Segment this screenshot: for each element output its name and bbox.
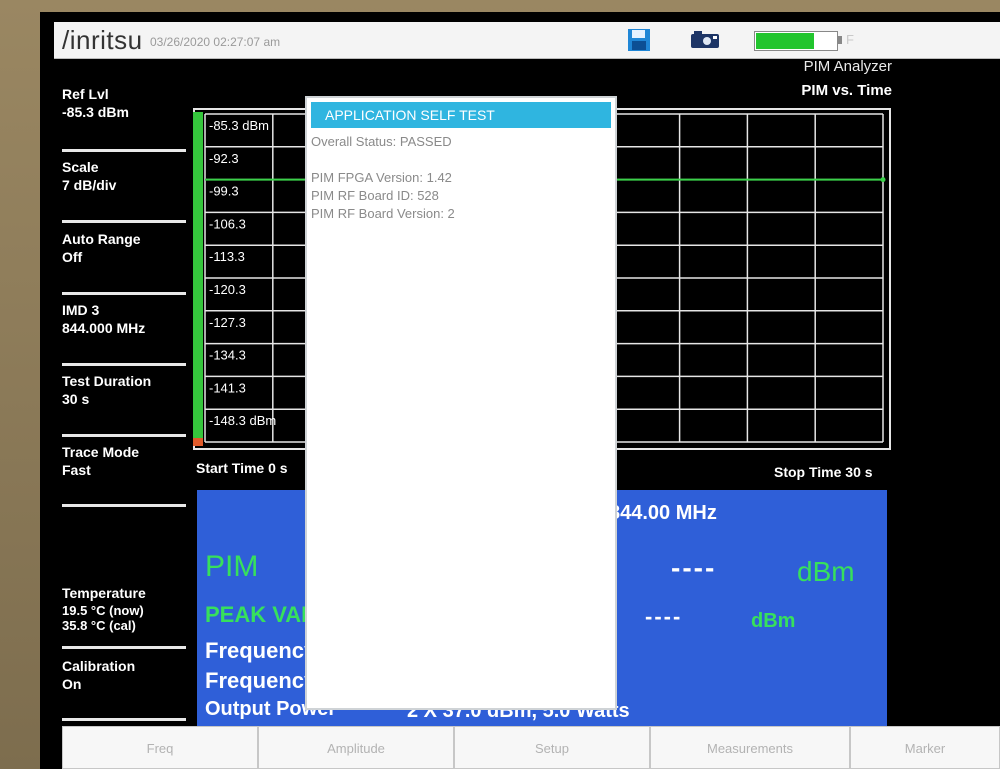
peak-value-label: PEAK VAL bbox=[205, 602, 315, 627]
overall-status: Overall Status: PASSED bbox=[311, 134, 452, 149]
frequency-1-label: Frequency bbox=[205, 638, 317, 663]
ref-level-item[interactable]: Ref Lvl -85.3 dBm bbox=[62, 86, 186, 120]
test-duration-item[interactable]: Test Duration 30 s bbox=[62, 373, 186, 407]
view-label: PIM vs. Time bbox=[801, 82, 892, 99]
scale-title: Scale bbox=[62, 159, 99, 175]
left-panel-separator bbox=[62, 363, 186, 366]
y-tick-label: -134.3 bbox=[209, 348, 246, 363]
y-tick-label: -85.3 dBm bbox=[209, 118, 269, 133]
save-icon[interactable] bbox=[626, 27, 652, 53]
imd3-item[interactable]: IMD 3 844.000 MHz bbox=[62, 302, 186, 336]
trace-mode-title: Trace Mode bbox=[62, 444, 140, 460]
y-tick-label: -148.3 dBm bbox=[209, 413, 276, 428]
test-duration-value: 30 s bbox=[62, 391, 90, 407]
left-panel-separator bbox=[62, 434, 186, 437]
pim-label: PIM bbox=[205, 550, 259, 583]
date-time: 03/26/2020 02:27:07 am bbox=[150, 35, 281, 49]
battery-tip bbox=[838, 36, 842, 44]
y-tick-label: -92.3 bbox=[209, 151, 239, 166]
result-frequency: 844.00 MHz bbox=[609, 502, 717, 524]
ref-level-value: -85.3 dBm bbox=[62, 104, 129, 120]
softkey-amplitude[interactable]: Amplitude bbox=[258, 726, 454, 769]
scale-value: 7 dB/div bbox=[62, 177, 117, 193]
softkey-freq[interactable]: Freq bbox=[62, 726, 258, 769]
y-tick-label: -127.3 bbox=[209, 315, 246, 330]
battery-fill bbox=[756, 33, 814, 49]
left-panel-separator bbox=[62, 504, 186, 507]
fpga-version: PIM FPGA Version: 1.42 bbox=[311, 170, 452, 185]
left-panel-separator bbox=[62, 149, 186, 152]
auto-range-item[interactable]: Auto Range Off bbox=[62, 231, 186, 265]
imd3-title: IMD 3 bbox=[62, 302, 100, 318]
softkey-setup[interactable]: Setup bbox=[454, 726, 650, 769]
y-tick-label: -120.3 bbox=[209, 282, 246, 297]
stop-time-label: Stop Time 30 s bbox=[774, 464, 873, 480]
y-tick-label: -106.3 bbox=[209, 216, 246, 231]
calibration-item: Calibration On bbox=[62, 658, 186, 692]
anritsu-logo: /inritsu bbox=[62, 25, 143, 55]
peak-unit: dBm bbox=[751, 610, 796, 632]
y-tick-label: -113.3 bbox=[209, 249, 245, 264]
camera-icon[interactable] bbox=[690, 31, 720, 49]
rf-board-version: PIM RF Board Version: 2 bbox=[311, 206, 455, 221]
dialog-title: APPLICATION SELF TEST bbox=[311, 102, 611, 128]
frequency-2-label: Frequency bbox=[205, 668, 317, 693]
calibration-value: On bbox=[62, 676, 82, 692]
auto-range-value: Off bbox=[62, 249, 83, 265]
peak-value: ---- bbox=[645, 604, 683, 629]
trace-mode-item[interactable]: Trace Mode Fast bbox=[62, 444, 186, 478]
left-panel-separator bbox=[62, 646, 186, 649]
pim-value: ---- bbox=[671, 552, 717, 583]
calibration-title: Calibration bbox=[62, 658, 136, 674]
left-panel-separator bbox=[62, 718, 186, 721]
pim-unit: dBm bbox=[797, 556, 855, 587]
mode-label: PIM Analyzer bbox=[803, 58, 892, 75]
imd3-value: 844.000 MHz bbox=[62, 320, 146, 336]
left-panel-separator bbox=[62, 292, 186, 295]
analyzer-screen: /inritsu 03/26/2020 02:27:07 am F PIM An… bbox=[40, 12, 1000, 769]
auto-range-title: Auto Range bbox=[62, 231, 141, 247]
self-test-dialog[interactable]: APPLICATION SELF TEST Overall Status: PA… bbox=[305, 96, 617, 710]
pim-trace-endpoint bbox=[880, 177, 886, 183]
scale-item[interactable]: Scale 7 dB/div bbox=[62, 159, 186, 193]
y-tick-label: -141.3 bbox=[209, 380, 246, 395]
left-panel-separator bbox=[62, 220, 186, 223]
battery-marker: F bbox=[846, 32, 854, 47]
softkey-measurements[interactable]: Measurements bbox=[650, 726, 850, 769]
start-time-label: Start Time 0 s bbox=[196, 460, 288, 476]
temperature-now: 19.5 °C (now) bbox=[62, 603, 144, 618]
ref-level-title: Ref Lvl bbox=[62, 86, 109, 102]
temperature-cal: 35.8 °C (cal) bbox=[62, 618, 136, 633]
range-indicator-bottom bbox=[193, 438, 203, 446]
battery-indicator bbox=[754, 31, 838, 51]
range-indicator-bar bbox=[193, 112, 203, 446]
test-duration-title: Test Duration bbox=[62, 373, 152, 389]
title-bar: /inritsu 03/26/2020 02:27:07 am F bbox=[54, 22, 1000, 59]
rf-board-id: PIM RF Board ID: 528 bbox=[311, 188, 439, 203]
softkey-bar: Freq Amplitude Setup Measurements Marker bbox=[62, 726, 1000, 769]
y-tick-label: -99.3 bbox=[209, 184, 239, 199]
temperature-item: Temperature 19.5 °C (now) 35.8 °C (cal) bbox=[62, 585, 186, 633]
softkey-marker[interactable]: Marker bbox=[850, 726, 1000, 769]
trace-mode-value: Fast bbox=[62, 462, 91, 478]
temperature-title: Temperature bbox=[62, 585, 146, 601]
